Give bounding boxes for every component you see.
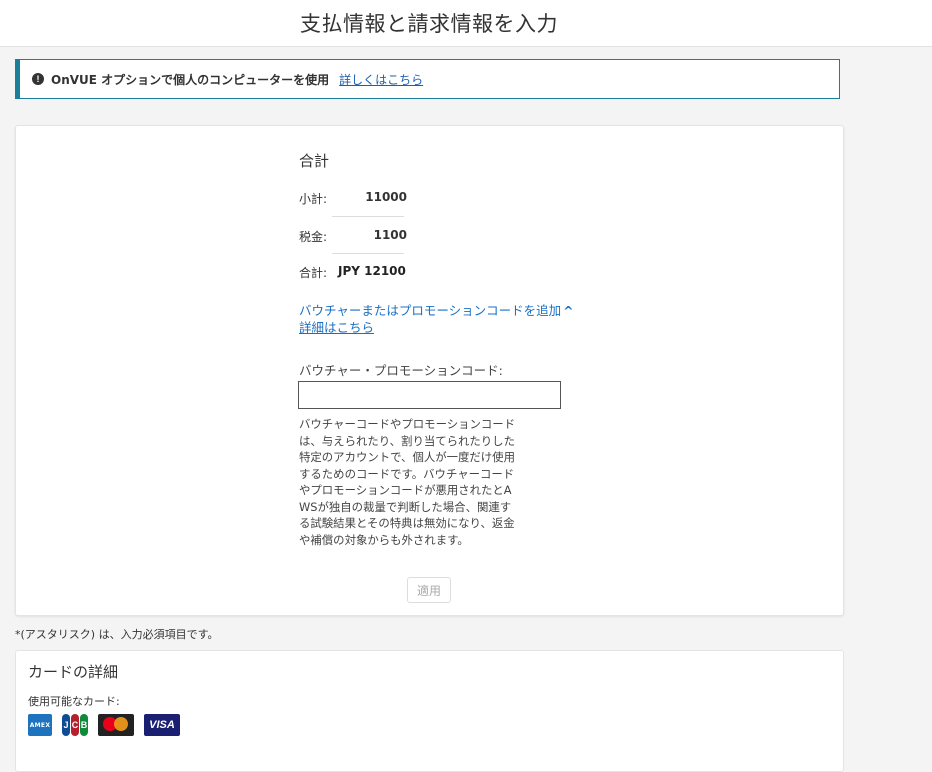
- required-fields-note: *(アスタリスク) は、入力必須項目です。: [15, 628, 219, 641]
- card-logos: AMEX J C B VISA: [28, 714, 180, 736]
- subtotal-label: 小計:: [299, 192, 328, 206]
- banner-learn-more-link[interactable]: 詳しくはこちら: [339, 71, 423, 88]
- chevron-up-icon: ^: [563, 303, 574, 318]
- mastercard-orange-circle: [114, 717, 128, 731]
- subtotal-divider: [332, 216, 404, 217]
- apply-button[interactable]: 適用: [407, 577, 451, 603]
- voucher-details-link[interactable]: 詳細はこちら: [299, 317, 374, 336]
- voucher-note: バウチャーコードやプロモーションコードは、与えられたり、割り当てられたりした特定…: [299, 417, 516, 547]
- jcb-logo-icon: J C B: [62, 714, 88, 736]
- tax-value: 1100: [373, 228, 407, 242]
- card-details-section: カードの詳細 使用可能なカード: AMEX J C B VISA: [15, 650, 844, 772]
- jcb-segment-b: B: [80, 714, 88, 736]
- jcb-segment-j: J: [62, 714, 70, 736]
- total-value: JPY 12100: [338, 264, 406, 278]
- tax-label: 税金:: [299, 230, 328, 244]
- totals-title: 合計: [299, 152, 330, 170]
- total-label: 合計:: [299, 266, 328, 280]
- mastercard-logo-icon: [98, 714, 134, 736]
- page-title: 支払情報と請求情報を入力: [300, 12, 558, 36]
- tax-divider: [332, 253, 404, 254]
- voucher-code-input[interactable]: [298, 381, 561, 409]
- banner-text: OnVUE オプションで個人のコンピューターを使用: [51, 72, 330, 87]
- available-cards-label: 使用可能なカード:: [28, 695, 120, 708]
- amex-logo-icon: AMEX: [28, 714, 52, 736]
- info-icon: !: [32, 73, 44, 85]
- visa-logo-icon: VISA: [144, 714, 180, 736]
- totals-card: 合計 小計: 11000 税金: 1100 合計: JPY 12100 バウチャ…: [15, 125, 844, 616]
- jcb-segment-c: C: [71, 714, 79, 736]
- subtotal-value: 11000: [365, 190, 407, 204]
- onvue-info-banner: ! OnVUE オプションで個人のコンピューターを使用 詳しくはこちら: [15, 59, 840, 99]
- add-voucher-label: バウチャーまたはプロモーションコードを追加: [299, 303, 562, 318]
- page-header: 支払情報と請求情報を入力: [0, 0, 932, 47]
- voucher-field-label: バウチャー・プロモーションコード:: [299, 363, 503, 378]
- card-details-title: カードの詳細: [28, 663, 119, 681]
